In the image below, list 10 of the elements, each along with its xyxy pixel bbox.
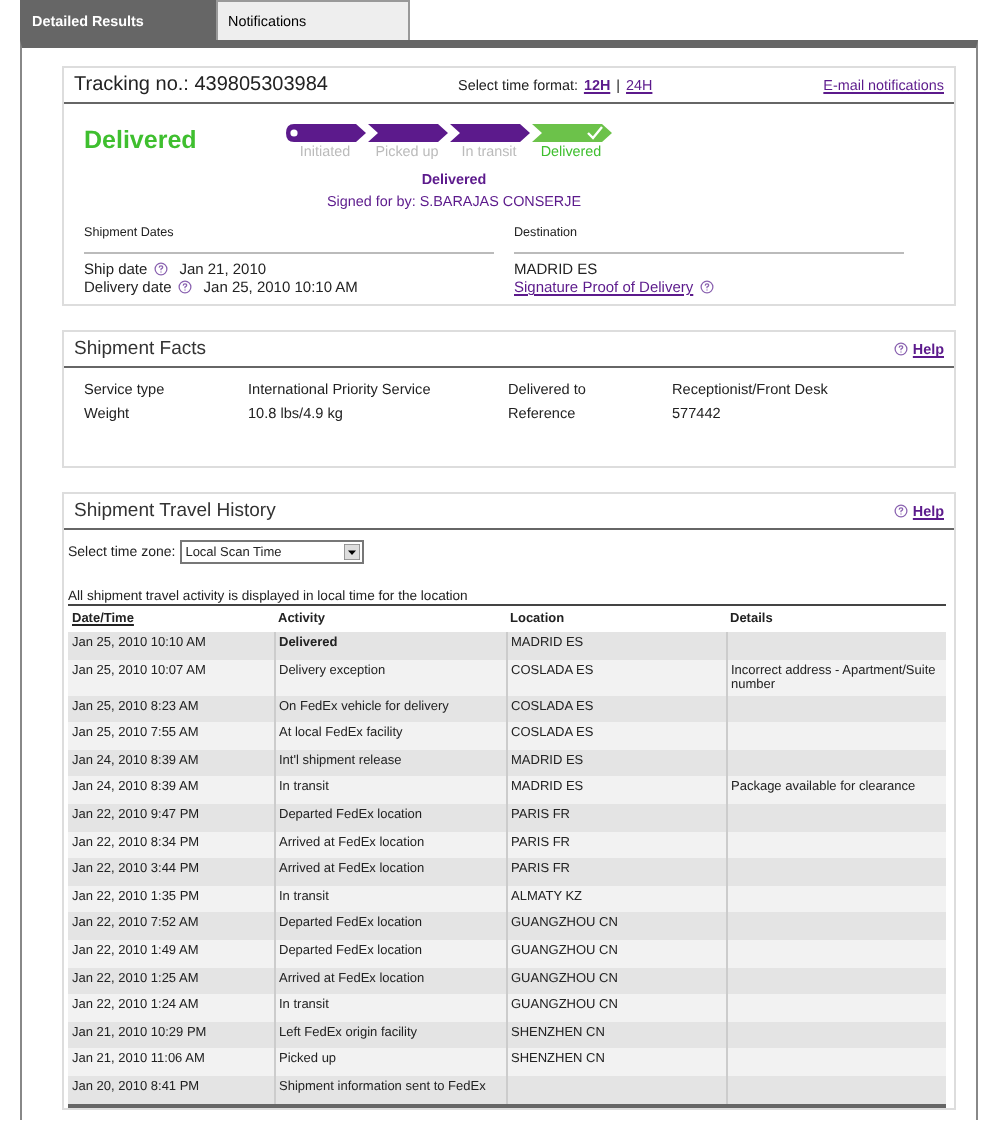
section-title: Shipment Facts <box>74 338 206 360</box>
help-icon <box>894 342 909 356</box>
help-icon <box>894 504 909 518</box>
status-title: Delivered <box>84 124 199 158</box>
help-icon <box>177 280 192 294</box>
tracking-number: Tracking no.: 439805303984 <box>74 74 330 96</box>
dropdown-arrow-icon <box>343 544 360 560</box>
help-icon <box>699 280 714 294</box>
help-icon <box>153 262 168 276</box>
section-title: Shipment Travel History <box>74 500 276 522</box>
